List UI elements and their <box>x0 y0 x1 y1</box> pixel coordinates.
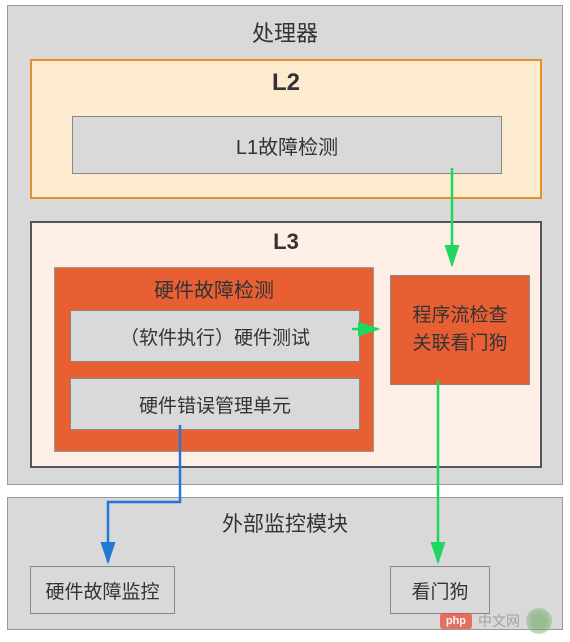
flow-check-box: 程序流检查 关联看门狗 <box>390 275 530 385</box>
l1-fault-detection-box: L1故障检测 <box>72 116 502 174</box>
l1-fault-detection-label: L1故障检测 <box>236 131 338 160</box>
hw-fault-monitor-label: 硬件故障监控 <box>45 577 159 604</box>
watermark: php 中文网 <box>440 608 552 634</box>
processor-container: 处理器 L2 L1故障检测 L3 硬件故障检测 （软件执行）硬件测试 硬件错误管… <box>7 5 563 485</box>
watermark-text: 中文网 <box>478 611 520 631</box>
flow-check-line1: 程序流检查 <box>412 302 507 331</box>
php-logo-icon: php <box>440 613 472 629</box>
hw-fault-detection-title: 硬件故障检测 <box>55 268 373 307</box>
sw-hw-test-box: （软件执行）硬件测试 <box>70 310 360 362</box>
watchdog-box: 看门狗 <box>390 566 490 614</box>
l2-box: L2 L1故障检测 <box>30 59 542 199</box>
flow-check-line2: 关联看门狗 <box>412 330 507 359</box>
processor-title: 处理器 <box>8 6 562 56</box>
l3-label: L3 <box>32 223 540 259</box>
hw-fault-monitor-box: 硬件故障监控 <box>30 566 175 614</box>
watchdog-label: 看门狗 <box>411 577 468 604</box>
hw-error-mgmt-label: 硬件错误管理单元 <box>139 391 291 418</box>
hw-fault-detection-box: 硬件故障检测 （软件执行）硬件测试 硬件错误管理单元 <box>54 267 374 452</box>
l3-box: L3 硬件故障检测 （软件执行）硬件测试 硬件错误管理单元 程序流检查 关联看门… <box>30 221 542 468</box>
l2-label: L2 <box>32 61 540 103</box>
watermark-circle-icon <box>526 608 552 634</box>
hw-error-mgmt-box: 硬件错误管理单元 <box>70 378 360 430</box>
sw-hw-test-label: （软件执行）硬件测试 <box>120 323 310 350</box>
external-monitor-title: 外部监控模块 <box>8 498 562 544</box>
